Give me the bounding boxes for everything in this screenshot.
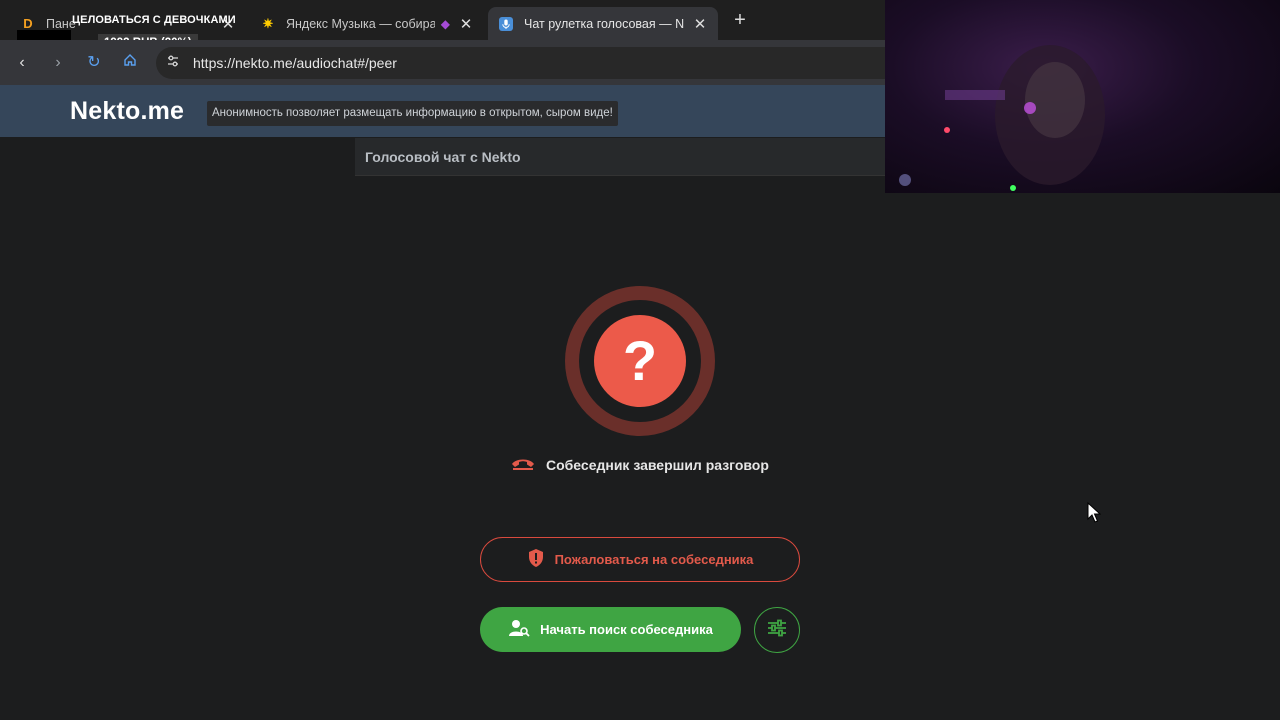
tab-title: Яндекс Музыка — собира bbox=[286, 16, 435, 31]
chat-title: Голосовой чат с Nekto bbox=[365, 149, 521, 165]
call-status: Собеседник завершил разговор bbox=[510, 454, 769, 476]
stream-overlay-title: ЦЕЛОВАТЬСЯ С ДЕВОЧКАМИ bbox=[72, 14, 236, 26]
site-tagline: Анонимность позволяет размещать информац… bbox=[207, 101, 618, 126]
start-search-button[interactable]: Начать поиск собеседника bbox=[480, 607, 741, 652]
hang-up-phone-icon bbox=[510, 455, 536, 476]
new-tab-button[interactable]: + bbox=[728, 9, 752, 32]
mouse-cursor-icon bbox=[1087, 501, 1102, 529]
forward-arrow-icon[interactable]: › bbox=[48, 53, 68, 73]
site-settings-icon[interactable] bbox=[163, 53, 183, 73]
report-label: Пожаловаться на собеседника bbox=[554, 552, 754, 567]
site-logo[interactable]: Nekto.me bbox=[70, 97, 184, 126]
media-playing-icon[interactable]: ◆ bbox=[441, 17, 450, 31]
microphone-icon bbox=[498, 16, 514, 32]
tab-title: Чат рулетка голосовая — Nekto bbox=[524, 16, 684, 31]
shield-icon bbox=[527, 548, 545, 571]
user-search-icon bbox=[508, 619, 530, 640]
yandex-music-icon: ✷ bbox=[262, 15, 274, 31]
status-text: Собеседник завершил разговор bbox=[546, 457, 769, 473]
question-mark-icon: ? bbox=[594, 315, 686, 407]
webcam-overlay bbox=[885, 0, 1280, 193]
tab-close-icon[interactable]: ✕ bbox=[458, 15, 474, 33]
back-arrow-icon[interactable]: ‹ bbox=[12, 53, 32, 73]
sliders-icon bbox=[766, 618, 788, 643]
report-button[interactable]: Пожаловаться на собеседника bbox=[480, 537, 800, 582]
tab-close-icon[interactable]: ✕ bbox=[692, 15, 708, 33]
tab-nekto[interactable]: Чат рулетка голосовая — Nekto ✕ bbox=[488, 7, 718, 40]
search-label: Начать поиск собеседника bbox=[540, 622, 713, 637]
url-text[interactable]: https://nekto.me/audiochat#/peer bbox=[193, 55, 397, 71]
reload-icon[interactable]: ↻ bbox=[84, 53, 104, 73]
tab-yandex-music[interactable]: ✷ Яндекс Музыка — собира ◆ ✕ bbox=[250, 7, 484, 40]
home-icon[interactable] bbox=[120, 53, 140, 73]
filters-button[interactable] bbox=[754, 607, 800, 653]
